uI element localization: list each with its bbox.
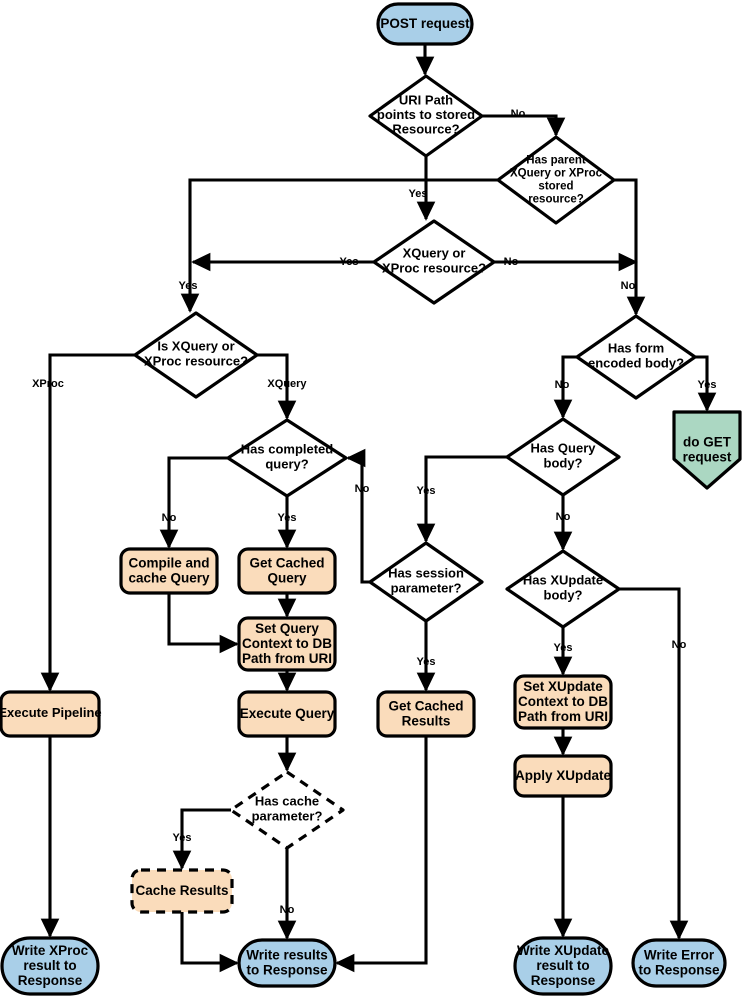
edge-label-xqxp_no: No — [504, 256, 519, 268]
node-post_request[interactable]: POST request — [376, 2, 474, 46]
node-uri_path[interactable]: URI Path points to stored Resource? — [368, 74, 484, 158]
flowchart-edge-labels: No Yes No Yes No Yes XProc XQuery No Yes No Yes No Ye… — [32, 108, 716, 916]
edge-label-completed_yes: Yes — [278, 512, 297, 524]
edge-label-qbody_yes: Yes — [417, 485, 436, 497]
connector — [180, 912, 239, 973]
node-label: Is XQuery or XProc resource? — [144, 339, 248, 369]
edge-label-form_no: No — [555, 379, 570, 391]
edge-label-cache_yes: Yes — [173, 832, 192, 844]
node-xq_xp_resource[interactable]: XQuery or XProc resource? — [372, 219, 496, 305]
connector — [360, 458, 370, 584]
node-has_xupdate_body[interactable]: Has XUpdate body? — [505, 549, 621, 629]
node-label: Set XUpdate Context to DB Path from URI — [518, 678, 608, 723]
flowchart-nodes: POST request URI Path points to stored Reso… — [0, 2, 742, 996]
node-label: Has session parameter? — [388, 566, 464, 596]
node-do_get_request[interactable]: do GET request — [672, 410, 742, 490]
edge-label-xupdate_yes: Yes — [554, 642, 573, 654]
node-label: Write results to Response — [246, 947, 328, 977]
connector — [159, 456, 228, 549]
edge-label-cache_no: No — [280, 904, 295, 916]
node-write_xproc[interactable]: Write XProc result to Response — [0, 936, 100, 996]
flowchart-svg: POST request URI Path points to stored Reso… — [0, 2, 742, 996]
node-write_xupdate[interactable]: Write XUpdate result to Response — [513, 936, 613, 996]
connector — [614, 178, 638, 262]
edge-label-form_yes: Yes — [698, 379, 717, 391]
node-has_completed_query[interactable]: Has completed query? — [226, 418, 348, 498]
node-write_error[interactable]: Write Error to Response — [631, 938, 727, 988]
edge-label-session_no: No — [355, 483, 370, 495]
node-compile_cache[interactable]: Compile and cache Query — [119, 547, 219, 595]
node-label: Cache Results — [135, 883, 228, 898]
node-label: do GET request — [683, 434, 732, 464]
node-has_cache_param[interactable]: Has cache parameter? — [229, 770, 345, 850]
node-set_query_context[interactable]: Set Query Context to DB Path from URI — [237, 616, 337, 672]
edge-label-uri_yes: Yes — [409, 188, 428, 200]
edge-label-session_yes: Yes — [417, 656, 436, 668]
node-has_session_param[interactable]: Has session parameter? — [368, 541, 484, 623]
node-get_cached_results[interactable]: Get Cached Results — [376, 690, 476, 738]
edge-label-uri_no: No — [511, 108, 526, 120]
node-is_xq_xp_resource[interactable]: Is XQuery or XProc resource? — [133, 311, 259, 399]
edge-label-isxq_xquery: XQuery — [267, 378, 307, 390]
node-write_results[interactable]: Write results to Response — [237, 938, 337, 988]
edge-label-xupdate_no: No — [672, 639, 687, 651]
node-set_xupdate_context[interactable]: Set XUpdate Context to DB Path from URI — [513, 674, 613, 730]
node-has_parent[interactable]: Has parent XQuery or XProc stored resource? — [496, 135, 616, 225]
node-label: Compile and cache Query — [128, 555, 210, 585]
node-has_form_body[interactable]: Has form encoded body? — [575, 314, 697, 400]
edge-label-isxq_xproc: XProc — [32, 378, 64, 390]
node-label: Apply XUpdate — [515, 768, 612, 783]
connector — [416, 455, 507, 543]
node-apply_xupdate[interactable]: Apply XUpdate — [513, 754, 613, 798]
node-label: Write Error to Response — [638, 947, 720, 977]
node-execute_query[interactable]: Execute Query — [237, 690, 337, 738]
node-label: POST request — [380, 16, 470, 31]
node-label: Execute Pipeline — [0, 705, 102, 720]
edge-label-completed_no: No — [162, 512, 177, 524]
node-get_cached_query[interactable]: Get Cached Query — [237, 547, 337, 595]
edge-label-parent_no: No — [621, 280, 636, 292]
connector — [335, 736, 428, 973]
edge-label-xqxp_yes: Yes — [340, 256, 359, 268]
node-execute_pipeline[interactable]: Execute Pipeline — [0, 690, 102, 738]
node-has_query_body[interactable]: Has Query body? — [505, 417, 621, 497]
node-label: Set Query Context to DB Path from URI — [242, 620, 332, 665]
connector — [619, 587, 689, 940]
edge-label-qbody_no: No — [556, 511, 571, 523]
edge-label-left_yes: Yes — [179, 280, 198, 292]
connector — [167, 593, 239, 654]
node-cache_results[interactable]: Cache Results — [130, 868, 234, 914]
connector — [40, 353, 135, 692]
node-label: Execute Query — [240, 706, 335, 721]
flowchart-canvas: POST request URI Path points to stored Reso… — [0, 0, 742, 1000]
node-label: Has cache parameter? — [252, 794, 323, 824]
